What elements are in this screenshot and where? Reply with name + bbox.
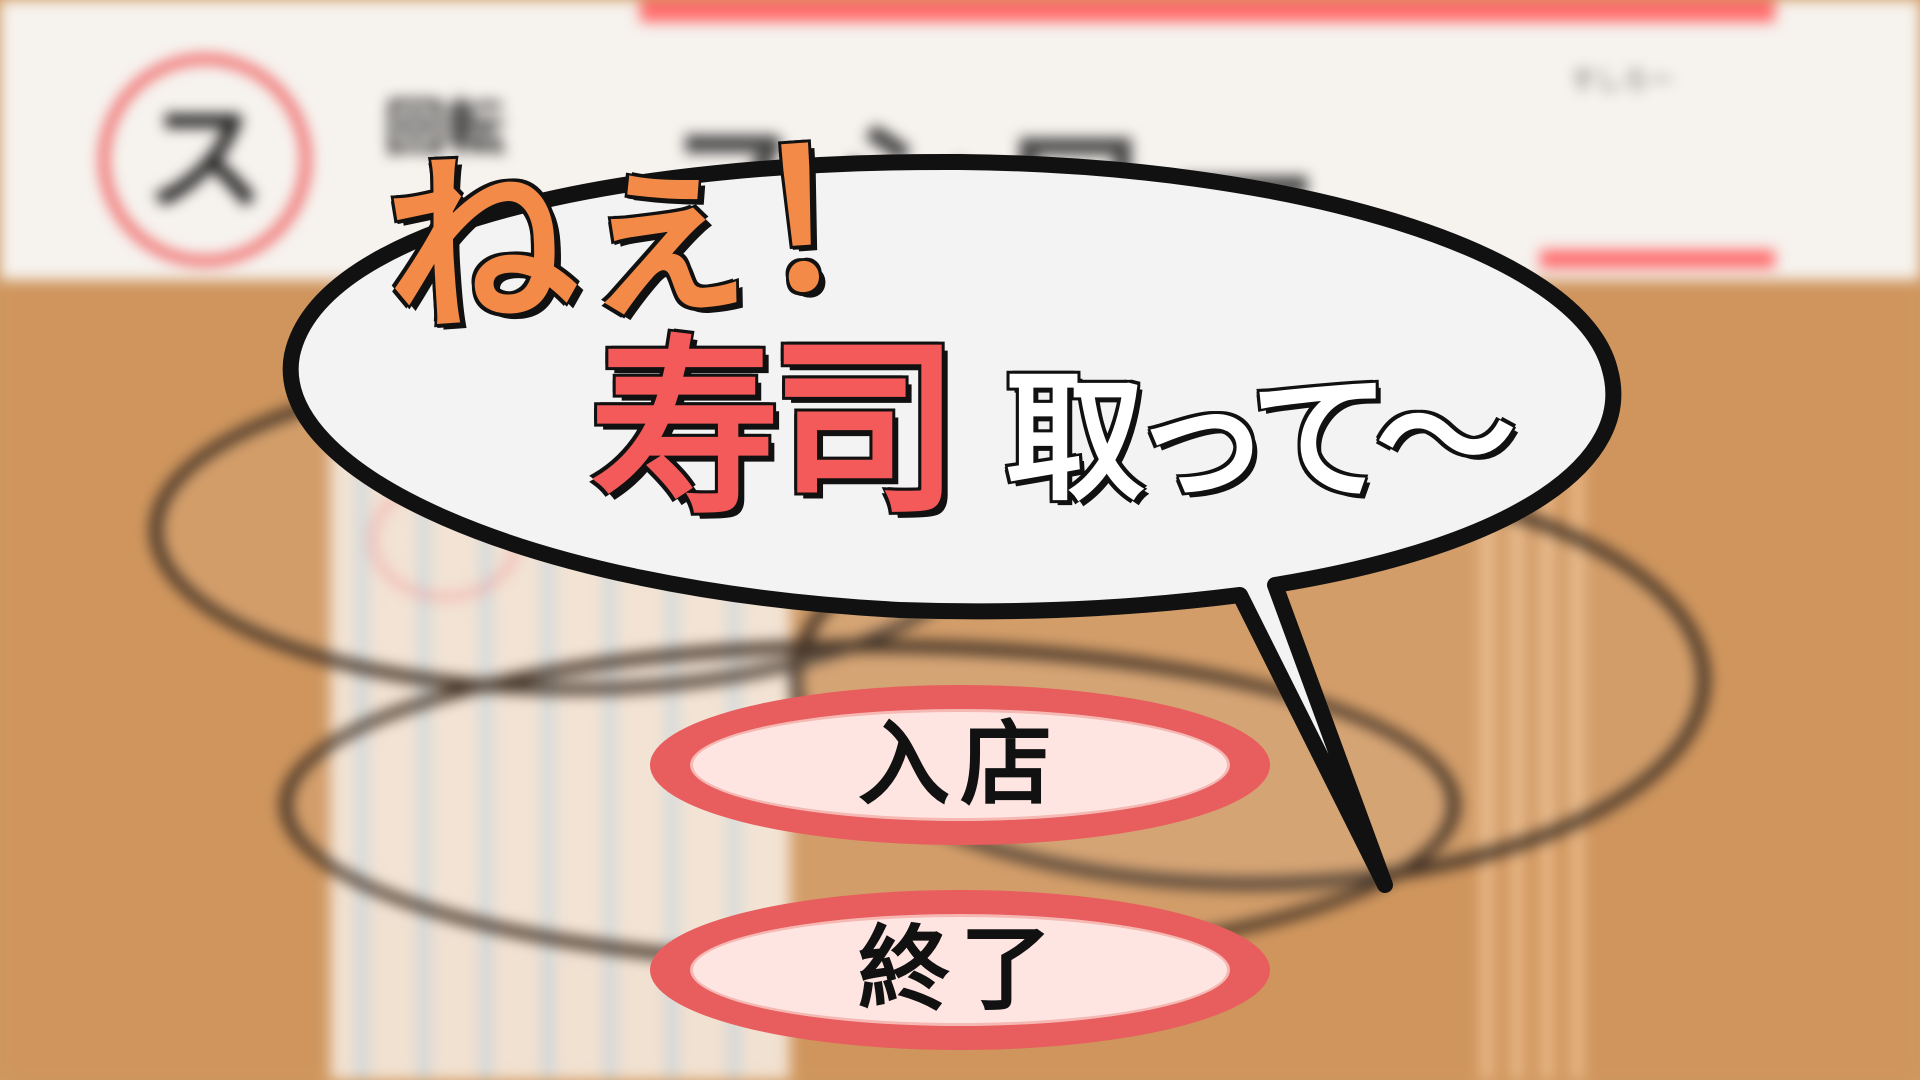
quit-label: 終了 <box>857 916 1062 1023</box>
enter-store-button[interactable]: 入店 <box>650 685 1270 845</box>
enter-store-button-face: 入店 <box>690 709 1230 821</box>
quit-button-face: 終了 <box>690 914 1230 1026</box>
title-line-1: ねぇ！ <box>377 103 945 362</box>
enter-store-label: 入店 <box>857 711 1062 818</box>
quit-button[interactable]: 終了 <box>650 890 1270 1050</box>
title-line-2: 寿司 <box>590 319 960 540</box>
title-line-3: 取って～ <box>1005 358 1516 521</box>
